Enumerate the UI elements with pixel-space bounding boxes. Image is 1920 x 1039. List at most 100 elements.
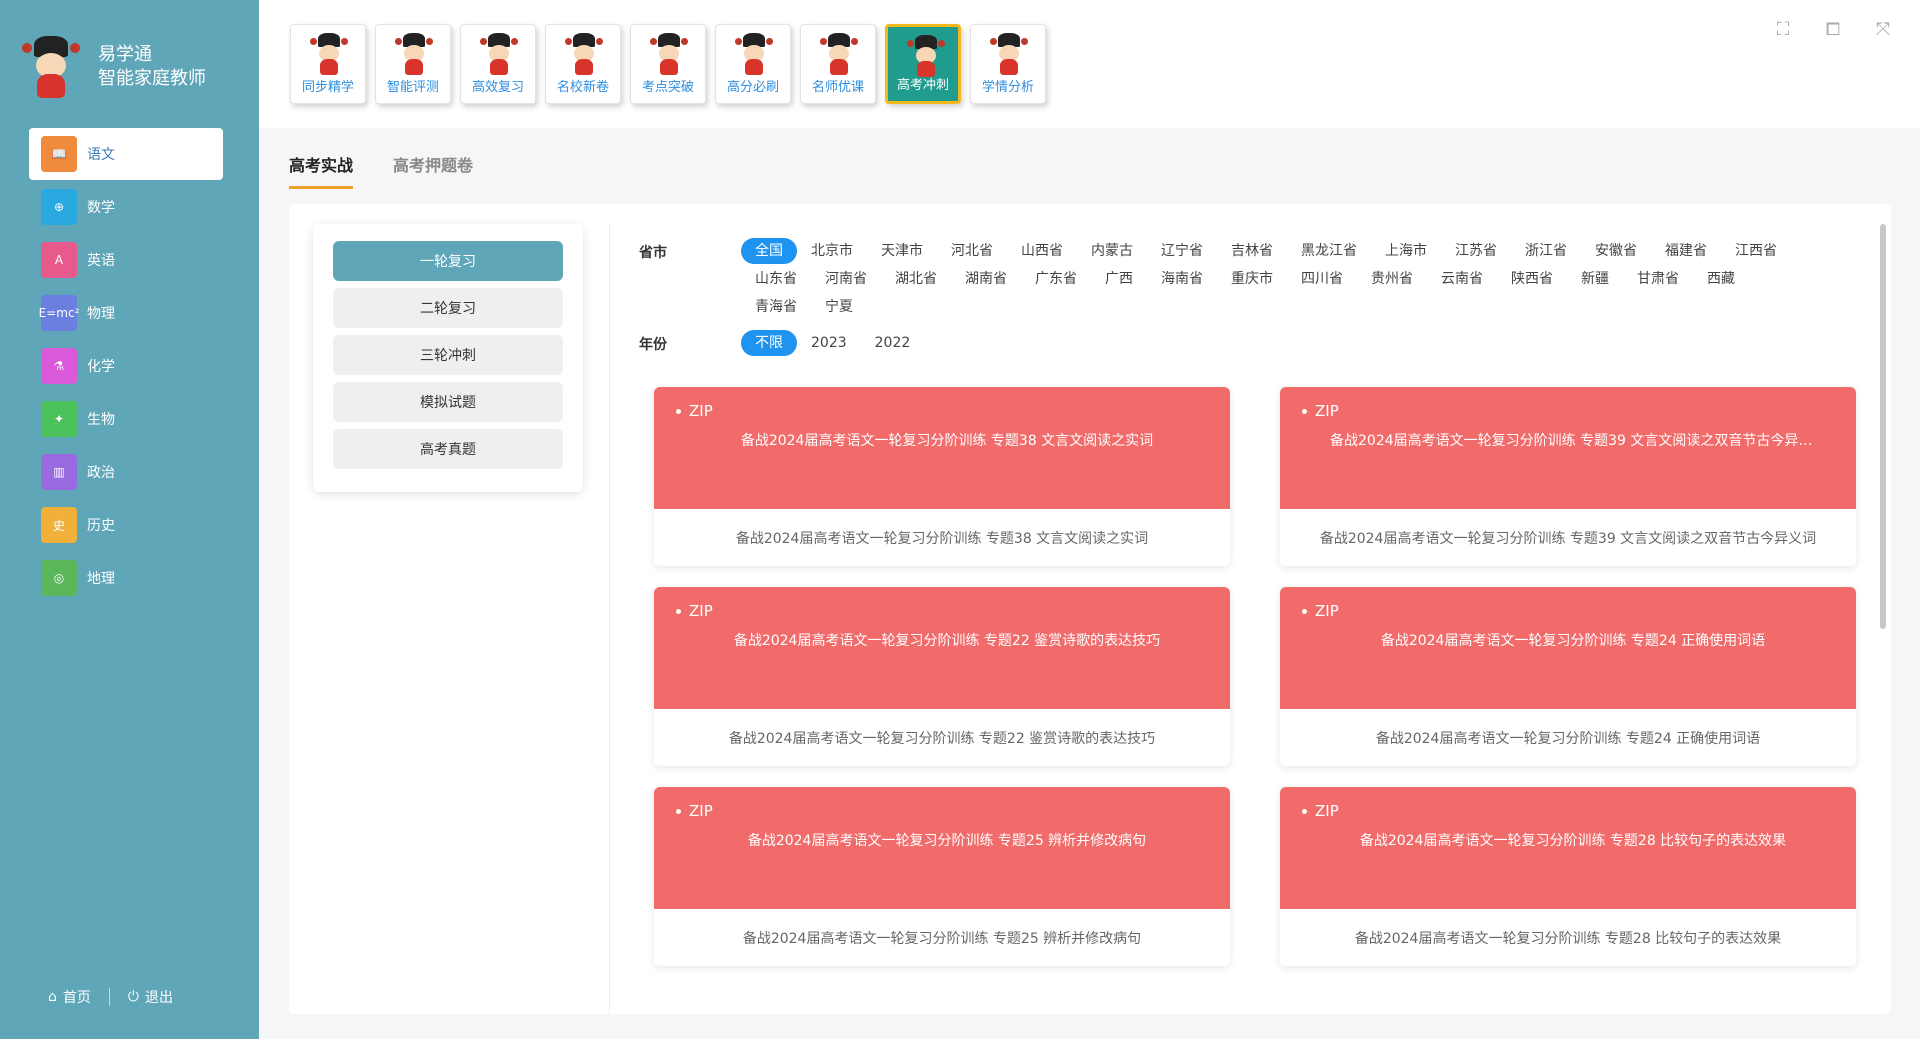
module-label: 名校新卷 (556, 80, 609, 95)
resource-card[interactable]: ZIP 备战2024届高考语文一轮复习分阶训练 专题39 文言文阅读之双音节古今异… (1280, 387, 1856, 566)
module-button[interactable]: 名师优课 (800, 24, 876, 104)
card-title: 备战2024届高考语文一轮复习分阶训练 专题28 比较句子的表达效果 (1359, 833, 1787, 849)
english-book-icon: A (41, 242, 77, 278)
resource-card[interactable]: ZIP 备战2024届高考语文一轮复习分阶训练 专题28 比较句子的表达效果 备战2… (1280, 787, 1856, 966)
sidebar-item-subject[interactable]: E=mc² 物理 (29, 287, 223, 339)
province-chip[interactable]: 福建省 (1651, 238, 1721, 264)
card-title: 备战2024届高考语文一轮复习分阶训练 专题38 文言文阅读之实词 (740, 433, 1154, 449)
province-chip[interactable]: 湖北省 (881, 266, 951, 292)
province-chip[interactable]: 辽宁省 (1147, 238, 1217, 264)
file-type-label: ZIP (689, 602, 713, 620)
card-cover: ZIP 备战2024届高考语文一轮复习分阶训练 专题28 比较句子的表达效果 (1280, 787, 1856, 909)
province-chip[interactable]: 北京市 (797, 238, 867, 264)
resource-card[interactable]: ZIP 备战2024届高考语文一轮复习分阶训练 专题38 文言文阅读之实词 备战20… (654, 387, 1230, 566)
restore-icon[interactable]: ⧠ (1822, 18, 1844, 40)
sidebar-footer: ⌂ 首页 ⏻ 退出 (48, 987, 173, 1007)
mascot-icon (565, 33, 603, 75)
building-icon: ▥ (41, 454, 77, 490)
home-label: 首页 (62, 990, 91, 1006)
province-chip[interactable]: 四川省 (1287, 266, 1357, 292)
exit-fullscreen-icon[interactable]: ⤧ (1872, 18, 1894, 40)
province-filter: 省市 全国 北京市 天津市 河北省 山西省 内蒙古 辽宁省 吉林省 黑龙江省 上海市 江苏省 浙江省安… (639, 238, 1839, 320)
province-chip[interactable]: 内蒙古 (1077, 238, 1147, 264)
resource-card[interactable]: ZIP 备战2024届高考语文一轮复习分阶训练 专题22 鉴赏诗歌的表达技巧 备战2… (654, 587, 1230, 766)
province-chip[interactable]: 山西省 (1007, 238, 1077, 264)
module-button[interactable]: 同步精学 (290, 24, 366, 104)
sidebar-item-subject[interactable]: ⚗ 化学 (29, 340, 223, 392)
province-chip[interactable]: 甘肃省 (1623, 266, 1693, 292)
footer-divider (108, 988, 110, 1006)
province-chip[interactable]: 江苏省 (1441, 238, 1511, 264)
province-chip[interactable]: 山东省 (741, 266, 811, 292)
main-panel: 一轮复习二轮复习三轮冲刺模拟试题高考真题 省市 全国 北京市 天津市 河北省 山西省 内蒙… (289, 204, 1891, 1014)
round-menu-item[interactable]: 一轮复习 (333, 241, 563, 281)
module-button[interactable]: 智能评测 (375, 24, 451, 104)
sidebar-item-subject[interactable]: ⊕ 数学 (29, 181, 223, 233)
card-subtitle: 备战2024届高考语文一轮复习分阶训练 专题24 正确使用词语 (1375, 730, 1761, 747)
round-menu-item[interactable]: 高考真题 (333, 429, 563, 469)
province-chip[interactable]: 重庆市 (1217, 266, 1287, 292)
province-chip[interactable]: 上海市 (1371, 238, 1441, 264)
province-chip[interactable]: 新疆 (1567, 266, 1623, 292)
round-menu-item[interactable]: 模拟试题 (333, 382, 563, 422)
scrollbar[interactable] (1880, 224, 1886, 629)
province-chip[interactable]: 安徽省 (1581, 238, 1651, 264)
module-button[interactable]: 考点突破 (630, 24, 706, 104)
home-button[interactable]: ⌂ 首页 (48, 987, 91, 1007)
province-chip[interactable]: 江西省 (1721, 238, 1791, 264)
module-button[interactable]: 名校新卷 (545, 24, 621, 104)
resource-card[interactable]: ZIP 备战2024届高考语文一轮复习分阶训练 专题24 正确使用词语 备战2024… (1280, 587, 1856, 766)
file-type-badge: ZIP (676, 802, 713, 820)
province-chip[interactable]: 青海省 (741, 294, 811, 320)
subject-label: 历史 (87, 518, 115, 534)
card-title: 备战2024届高考语文一轮复习分阶训练 专题25 辨析并修改病句 (747, 833, 1147, 849)
year-chip[interactable]: 2022 (861, 330, 925, 356)
province-chip[interactable]: 宁夏 (811, 294, 867, 320)
province-chip[interactable]: 浙江省 (1511, 238, 1581, 264)
province-chip[interactable]: 广东省 (1021, 266, 1091, 292)
mascot-icon (310, 33, 348, 75)
province-chip[interactable]: 吉林省 (1217, 238, 1287, 264)
bullet-icon (1302, 408, 1307, 414)
province-chip[interactable]: 广西 (1091, 266, 1147, 292)
province-chip[interactable]: 海南省 (1147, 266, 1217, 292)
year-chip[interactable]: 不限 (741, 330, 797, 356)
province-chip[interactable]: 西藏 (1693, 266, 1749, 292)
mascot-icon (735, 33, 773, 75)
tab[interactable]: 高考实战 (289, 152, 354, 189)
fullscreen-icon[interactable]: ⛶ (1772, 18, 1794, 40)
province-chip[interactable]: 全国 (741, 238, 797, 264)
bullet-icon (676, 608, 681, 614)
round-menu-item[interactable]: 三轮冲刺 (333, 335, 563, 375)
sidebar-item-subject[interactable]: ✦ 生物 (29, 393, 223, 445)
sidebar-item-subject[interactable]: 史历史 (29, 499, 223, 551)
province-chip[interactable]: 贵州省 (1357, 266, 1427, 292)
logout-button[interactable]: ⏻ 退出 (128, 987, 173, 1007)
sidebar-item-subject[interactable]: ◎ 地理 (29, 552, 223, 604)
module-button[interactable]: 高分必刷 (715, 24, 791, 104)
mascot-icon (907, 35, 945, 77)
sidebar-item-subject[interactable]: 📖 语文 (29, 128, 223, 180)
card-subtitle: 备战2024届高考语文一轮复习分阶训练 专题39 文言文阅读之双音节古今异义词 (1319, 530, 1817, 547)
card-cover: ZIP 备战2024届高考语文一轮复习分阶训练 专题39 文言文阅读之双音节古今异… (1280, 387, 1856, 509)
province-chip[interactable]: 湖南省 (951, 266, 1021, 292)
province-chip[interactable]: 河南省 (811, 266, 881, 292)
sidebar-item-subject[interactable]: ▥ 政治 (29, 446, 223, 498)
sidebar-item-subject[interactable]: A 英语 (29, 234, 223, 286)
module-button[interactable]: 学情分析 (970, 24, 1046, 104)
brand-slogan: 智能家庭教师 (98, 68, 206, 89)
card-subtitle: 备战2024届高考语文一轮复习分阶训练 专题25 辨析并修改病句 (742, 930, 1142, 947)
resource-card[interactable]: ZIP 备战2024届高考语文一轮复习分阶训练 专题25 辨析并修改病句 备战202… (654, 787, 1230, 966)
province-chip[interactable]: 陕西省 (1497, 266, 1567, 292)
card-subtitle: 备战2024届高考语文一轮复习分阶训练 专题28 比较句子的表达效果 (1354, 930, 1782, 947)
module-button[interactable]: 高考冲刺 (885, 24, 961, 104)
round-menu-item[interactable]: 二轮复习 (333, 288, 563, 328)
province-chip[interactable]: 天津市 (867, 238, 937, 264)
province-chip[interactable]: 河北省 (937, 238, 1007, 264)
province-chip[interactable]: 黑龙江省 (1287, 238, 1371, 264)
year-chip[interactable]: 2023 (797, 330, 861, 356)
tab[interactable]: 高考押题卷 (393, 152, 473, 189)
home-icon: ⌂ (48, 989, 57, 1005)
module-button[interactable]: 高效复习 (460, 24, 536, 104)
province-chip[interactable]: 云南省 (1427, 266, 1497, 292)
